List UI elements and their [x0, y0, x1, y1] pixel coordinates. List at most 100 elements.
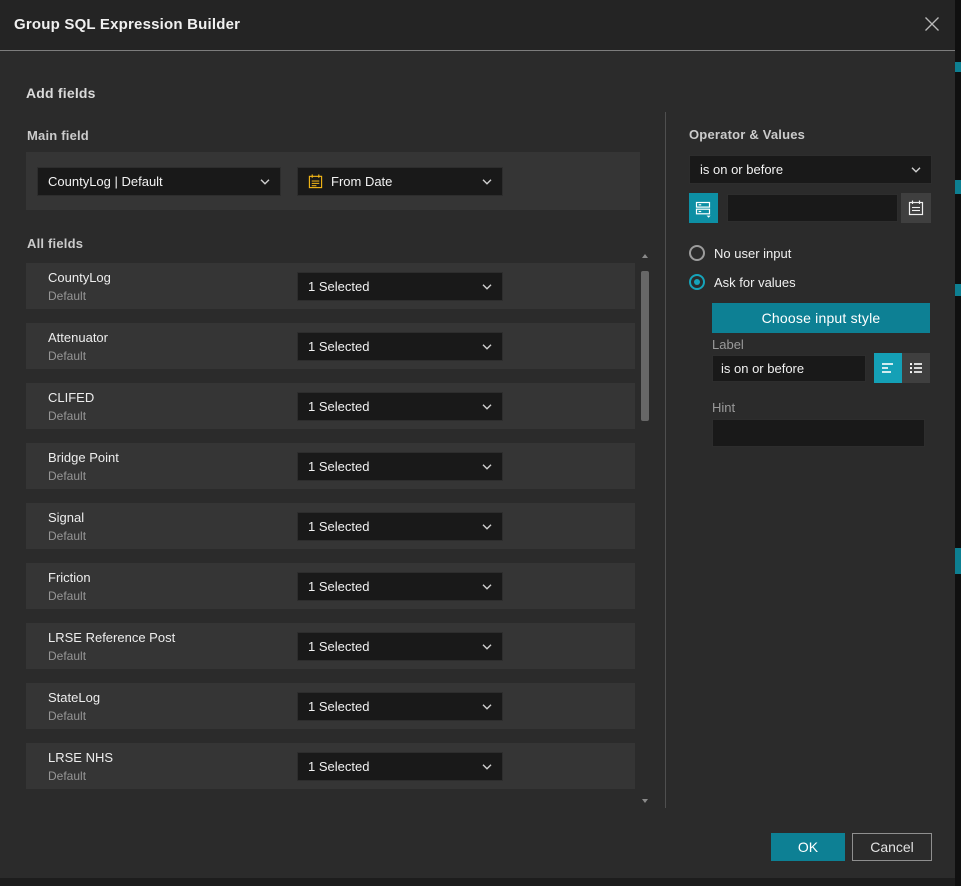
chevron-down-icon: [482, 284, 492, 290]
scrollbar-thumb[interactable]: [641, 271, 649, 421]
field-name: LRSE Reference Post: [48, 630, 175, 645]
field-selected-dropdown[interactable]: 1 Selected: [297, 572, 503, 601]
radio-unselected-icon[interactable]: [689, 245, 705, 261]
field-selected-dropdown[interactable]: 1 Selected: [297, 272, 503, 301]
field-sublabel: Default: [48, 409, 86, 423]
chevron-down-icon: [482, 524, 492, 530]
field-name: CLIFED: [48, 390, 94, 405]
ask-for-values-option[interactable]: Ask for values: [689, 274, 796, 290]
add-fields-heading: Add fields: [26, 85, 96, 101]
hint-caption: Hint: [712, 400, 735, 415]
field-sublabel: Default: [48, 529, 86, 543]
choose-input-style-button[interactable]: Choose input style: [712, 303, 930, 333]
field-selected-value: 1 Selected: [308, 339, 474, 354]
background-page-edge: [955, 0, 961, 886]
value-list-button[interactable]: [689, 193, 718, 223]
radio-selected-icon[interactable]: [689, 274, 705, 290]
chevron-down-icon: [482, 584, 492, 590]
field-selected-value: 1 Selected: [308, 279, 474, 294]
field-name: Signal: [48, 510, 84, 525]
field-sublabel: Default: [48, 709, 86, 723]
field-name: LRSE NHS: [48, 750, 113, 765]
field-selected-value: 1 Selected: [308, 639, 474, 654]
field-name: StateLog: [48, 690, 100, 705]
field-selected-dropdown[interactable]: 1 Selected: [297, 392, 503, 421]
scroll-down-arrow-icon[interactable]: [642, 799, 648, 803]
chevron-down-icon: [482, 344, 492, 350]
chevron-down-icon: [482, 704, 492, 710]
close-button[interactable]: [921, 15, 943, 37]
operator-values-heading: Operator & Values: [689, 127, 805, 142]
chevron-down-icon: [482, 644, 492, 650]
field-selected-dropdown[interactable]: 1 Selected: [297, 752, 503, 781]
chevron-down-icon: [482, 764, 492, 770]
field-selected-value: 1 Selected: [308, 459, 474, 474]
field-selected-dropdown[interactable]: 1 Selected: [297, 512, 503, 541]
close-icon: [923, 15, 941, 38]
field-row: CLIFED Default 1 Selected: [26, 383, 635, 429]
field-selected-dropdown[interactable]: 1 Selected: [297, 332, 503, 361]
field-selected-value: 1 Selected: [308, 699, 474, 714]
label-caption: Label: [712, 337, 744, 352]
group-sql-expression-builder-dialog: Group SQL Expression Builder Add fields …: [0, 0, 961, 886]
field-name: Bridge Point: [48, 450, 119, 465]
background-page-bottom-edge: [0, 878, 955, 886]
main-field-label: Main field: [27, 128, 89, 143]
field-row: CountyLog Default 1 Selected: [26, 263, 635, 309]
field-selected-dropdown[interactable]: 1 Selected: [297, 692, 503, 721]
chevron-down-icon: [482, 404, 492, 410]
field-selected-dropdown[interactable]: 1 Selected: [297, 632, 503, 661]
operator-value: is on or before: [700, 162, 903, 177]
field-row: Attenuator Default 1 Selected: [26, 323, 635, 369]
label-input[interactable]: [712, 355, 866, 382]
panel-divider: [665, 112, 666, 808]
field-selected-value: 1 Selected: [308, 519, 474, 534]
operator-dropdown[interactable]: is on or before: [689, 155, 932, 184]
single-input-style-toggle[interactable]: [874, 353, 902, 383]
calendar-icon: [308, 174, 323, 189]
field-selected-value: 1 Selected: [308, 759, 474, 774]
all-fields-label: All fields: [27, 236, 83, 251]
main-field-box: CountyLog | Default From Date: [26, 152, 640, 210]
field-sublabel: Default: [48, 289, 86, 303]
field-row: LRSE Reference Post Default 1 Selected: [26, 623, 635, 669]
all-fields-list: CountyLog Default 1 Selected Attenuator …: [26, 263, 635, 803]
field-sublabel: Default: [48, 649, 86, 663]
list-scrollbar[interactable]: [641, 252, 649, 805]
field-select-value: From Date: [331, 174, 474, 189]
field-name: CountyLog: [48, 270, 111, 285]
field-row: Signal Default 1 Selected: [26, 503, 635, 549]
no-user-input-label: No user input: [714, 246, 791, 261]
chevron-down-icon: [482, 464, 492, 470]
field-sublabel: Default: [48, 469, 86, 483]
cancel-button[interactable]: Cancel: [852, 833, 932, 861]
date-picker-button[interactable]: [901, 193, 931, 223]
ask-for-values-label: Ask for values: [714, 275, 796, 290]
field-row: LRSE NHS Default 1 Selected: [26, 743, 635, 789]
field-name: Friction: [48, 570, 91, 585]
layer-select-value: CountyLog | Default: [48, 174, 252, 189]
list-input-style-toggle[interactable]: [902, 353, 930, 383]
field-row: Bridge Point Default 1 Selected: [26, 443, 635, 489]
field-selected-dropdown[interactable]: 1 Selected: [297, 452, 503, 481]
field-selected-value: 1 Selected: [308, 579, 474, 594]
calendar-icon: [908, 200, 924, 216]
dialog-title: Group SQL Expression Builder: [14, 16, 240, 33]
chevron-down-icon: [482, 179, 492, 185]
chevron-down-icon: [911, 167, 921, 173]
field-row: StateLog Default 1 Selected: [26, 683, 635, 729]
date-value-input[interactable]: [727, 194, 898, 222]
field-sublabel: Default: [48, 589, 86, 603]
dialog-titlebar: Group SQL Expression Builder: [0, 0, 955, 51]
field-sublabel: Default: [48, 349, 86, 363]
hint-input[interactable]: [712, 419, 925, 447]
bulleted-list-icon: [908, 360, 924, 376]
no-user-input-option[interactable]: No user input: [689, 245, 791, 261]
field-select-dropdown[interactable]: From Date: [297, 167, 503, 196]
scroll-up-arrow-icon[interactable]: [642, 254, 648, 258]
ok-button[interactable]: OK: [771, 833, 845, 861]
layer-select-dropdown[interactable]: CountyLog | Default: [37, 167, 281, 196]
field-row: Friction Default 1 Selected: [26, 563, 635, 609]
field-name: Attenuator: [48, 330, 108, 345]
chevron-down-icon: [260, 179, 270, 185]
